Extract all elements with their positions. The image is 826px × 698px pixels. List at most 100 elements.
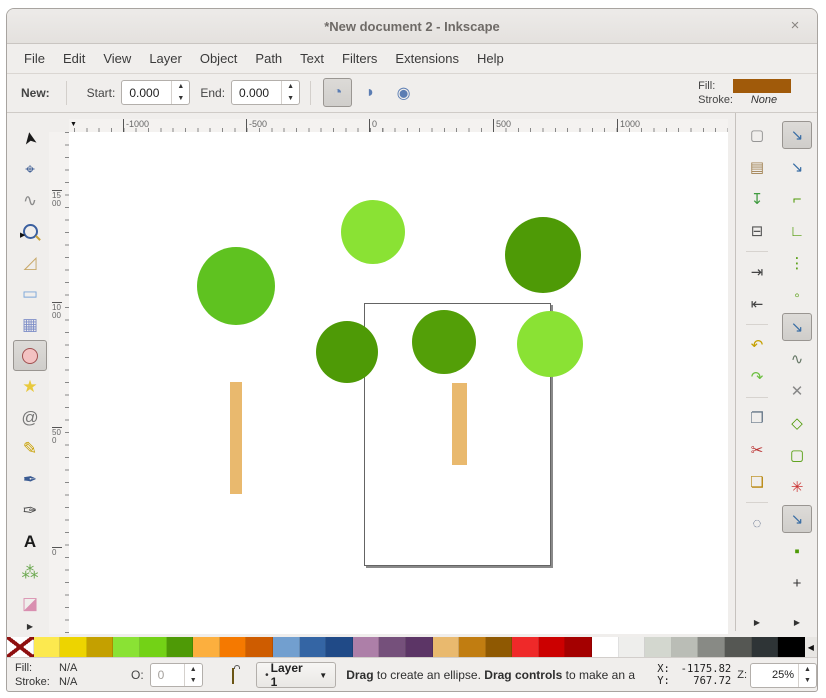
- fill-stroke-status[interactable]: Fill: N/A Stroke: N/A: [15, 662, 93, 688]
- ellipse-shape[interactable]: [197, 247, 275, 325]
- menu-item-object[interactable]: Object: [191, 47, 247, 70]
- pencil-tool-button[interactable]: ✎: [13, 433, 47, 464]
- zoom-spin-down-icon[interactable]: ▼: [799, 675, 816, 687]
- palette-swatch[interactable]: [592, 637, 619, 657]
- drawing-canvas[interactable]: [69, 132, 728, 634]
- fill-stroke-indicator[interactable]: Fill: Stroke: None: [698, 79, 795, 106]
- snap-col-expander-icon[interactable]: ▶: [794, 618, 800, 627]
- layer-selector[interactable]: • Layer 1 ▼: [256, 662, 336, 688]
- star-tool-button[interactable]: ★: [13, 371, 47, 402]
- spiral-tool-button[interactable]: @: [13, 402, 47, 433]
- opacity-value[interactable]: 0: [151, 664, 184, 686]
- opacity-spin-up-icon[interactable]: ▲: [185, 664, 202, 675]
- snap-page-grid-button[interactable]: +: [782, 569, 812, 597]
- new-document-button[interactable]: ▢: [742, 121, 772, 149]
- zoom-value[interactable]: 25%: [751, 664, 798, 687]
- eraser-tool-button[interactable]: ◪: [13, 588, 47, 619]
- commands-col-expander-icon[interactable]: ▶: [754, 618, 760, 627]
- start-spinbox[interactable]: 0.000 ▲▼: [121, 80, 190, 105]
- palette-swatch[interactable]: [778, 637, 805, 657]
- palette-swatch[interactable]: [379, 637, 406, 657]
- palette-swatch[interactable]: [406, 637, 433, 657]
- end-spin-up-icon[interactable]: ▲: [282, 81, 299, 93]
- palette-swatch[interactable]: [167, 637, 194, 657]
- palette-swatch[interactable]: [433, 637, 460, 657]
- snap-smooth-nodes-button[interactable]: ▢: [782, 441, 812, 469]
- horizontal-ruler[interactable]: ▼ -1000-50005001000: [69, 119, 728, 133]
- palette-swatch[interactable]: [725, 637, 752, 657]
- title-bar[interactable]: *New document 2 - Inkscape ×: [7, 9, 817, 44]
- zoom-spinbox[interactable]: 25% ▲▼: [750, 663, 817, 688]
- ellipse-shape[interactable]: [412, 310, 476, 374]
- end-value[interactable]: 0.000: [232, 81, 281, 104]
- cut-button[interactable]: ✂: [742, 436, 772, 464]
- layer-visibility-icon[interactable]: [212, 669, 224, 681]
- import-image-button[interactable]: ⇥: [742, 258, 772, 286]
- pen-tool-button[interactable]: ✒: [13, 464, 47, 495]
- palette-swatch[interactable]: [565, 637, 592, 657]
- stroke-value[interactable]: None: [733, 94, 795, 106]
- menu-item-view[interactable]: View: [94, 47, 140, 70]
- snap-object-centers-button[interactable]: ▪: [782, 537, 812, 565]
- menu-item-edit[interactable]: Edit: [54, 47, 94, 70]
- palette-swatch[interactable]: [752, 637, 779, 657]
- ellipse-shape[interactable]: [316, 321, 378, 383]
- snap-bbox-edges-button[interactable]: ⌐: [782, 185, 812, 213]
- palette-swatch[interactable]: [113, 637, 140, 657]
- palette-swatch[interactable]: [459, 637, 486, 657]
- palette-swatch[interactable]: [273, 637, 300, 657]
- end-spin-down-icon[interactable]: ▼: [282, 93, 299, 105]
- calligraphy-tool-button[interactable]: ✑: [13, 495, 47, 526]
- menu-item-path[interactable]: Path: [246, 47, 291, 70]
- ellipse-shape[interactable]: [341, 200, 405, 264]
- rectangle-tool-button[interactable]: ▭: [13, 278, 47, 309]
- save-document-button[interactable]: ↧: [742, 185, 772, 213]
- palette-swatch[interactable]: [672, 637, 699, 657]
- palette-swatch[interactable]: [220, 637, 247, 657]
- snap-paths-button[interactable]: ∿: [782, 345, 812, 373]
- palette-swatch[interactable]: [486, 637, 513, 657]
- undo-button[interactable]: ↶: [742, 331, 772, 359]
- menu-item-extensions[interactable]: Extensions: [386, 47, 468, 70]
- spray-tool-button[interactable]: ⁂: [13, 557, 47, 588]
- snap-enable-button[interactable]: ↘: [782, 121, 812, 149]
- snap-bbox-edge-midpoints-button[interactable]: ⋮: [782, 249, 812, 277]
- arc-mode-arc-button[interactable]: ◗: [356, 78, 385, 107]
- zoom-tool-button[interactable]: [13, 216, 47, 247]
- snap-bounding-box-button[interactable]: ↘: [782, 153, 812, 181]
- palette-scroll-left-icon[interactable]: ◀: [805, 637, 817, 657]
- measure-tool-button[interactable]: ◿: [13, 247, 47, 278]
- palette-swatch[interactable]: [60, 637, 87, 657]
- end-spinbox[interactable]: 0.000 ▲▼: [231, 80, 300, 105]
- palette-swatch[interactable]: [619, 637, 646, 657]
- vertical-ruler[interactable]: 150010005000: [49, 132, 70, 634]
- menu-item-help[interactable]: Help: [468, 47, 513, 70]
- palette-swatch[interactable]: [193, 637, 220, 657]
- menu-item-text[interactable]: Text: [291, 47, 333, 70]
- palette-swatch-none[interactable]: [7, 637, 34, 657]
- select-tool-button[interactable]: ➤: [13, 123, 47, 154]
- palette-swatch[interactable]: [512, 637, 539, 657]
- paste-button[interactable]: ❏: [742, 468, 772, 496]
- start-spin-up-icon[interactable]: ▲: [172, 81, 189, 93]
- snap-path-intersections-button[interactable]: ✕: [782, 377, 812, 405]
- toolbox-expander-icon[interactable]: ▶: [27, 622, 33, 631]
- palette-swatch[interactable]: [87, 637, 114, 657]
- fill-color-swatch[interactable]: [733, 79, 791, 93]
- snap-others-button[interactable]: ↘: [782, 505, 812, 533]
- arc-mode-whole-button[interactable]: ◉: [389, 78, 418, 107]
- palette-swatch[interactable]: [246, 637, 273, 657]
- menu-item-file[interactable]: File: [15, 47, 54, 70]
- palette-swatch[interactable]: [34, 637, 61, 657]
- ellipse-tool-button[interactable]: [13, 340, 47, 371]
- export-image-button[interactable]: ⇤: [742, 290, 772, 318]
- palette-swatch[interactable]: [326, 637, 353, 657]
- snap-cusp-nodes-button[interactable]: ◇: [782, 409, 812, 437]
- snap-bbox-centers-button[interactable]: ◦: [782, 281, 812, 309]
- tweak-tool-button[interactable]: ∿: [13, 185, 47, 216]
- opacity-spin-down-icon[interactable]: ▼: [185, 675, 202, 686]
- palette-swatch[interactable]: [300, 637, 327, 657]
- ellipse-shape[interactable]: [505, 217, 581, 293]
- zoom-spin-up-icon[interactable]: ▲: [799, 664, 816, 676]
- palette-swatch[interactable]: [140, 637, 167, 657]
